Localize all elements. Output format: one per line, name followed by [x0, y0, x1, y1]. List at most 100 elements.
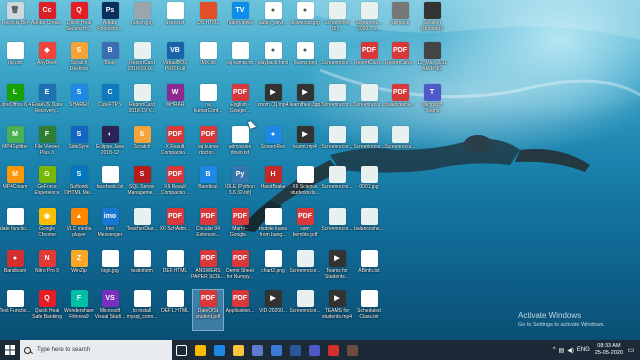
desktop-icon[interactable]: ● playback.html — [258, 42, 288, 82]
desktop-icon[interactable]: PDF ReportCard... — [354, 42, 384, 82]
desktop-icon[interactable]: users.txt — [160, 2, 190, 42]
desktop-icon[interactable]: F File Viewer Plus 3 — [32, 126, 62, 166]
desktop-icon[interactable]: Cc Adobe Creat... — [31, 2, 63, 42]
desktop-icon[interactable]: ● audio_devi... — [258, 2, 288, 42]
desktop-icon[interactable]: ● ScreenRec — [258, 126, 288, 166]
desktop-icon[interactable]: ReportCard 2018-19 V... — [127, 84, 157, 124]
taskbar-task-view-button[interactable] — [172, 340, 191, 360]
desktop[interactable]: 🗑 Recycle Bin Cc Adobe Creat... Q Quick Heal … — [0, 0, 640, 340]
taskbar-store-button[interactable] — [248, 340, 267, 360]
desktop-icon[interactable]: S SQL Server Manageme... — [127, 166, 157, 206]
desktop-icon[interactable]: Q Quick Heal Secure Br... — [64, 2, 94, 42]
desktop-icon[interactable]: DEF.HTML — [160, 250, 190, 290]
desktop-icon[interactable]: rajimage — [385, 2, 415, 42]
desktop-icon[interactable]: IMX.txt — [193, 42, 223, 82]
desktop-icon[interactable]: ▶ learnthee.3gp — [290, 84, 320, 124]
desktop-icon[interactable]: imo Imo Messenger — [95, 208, 125, 248]
desktop-icon[interactable]: PDF ANSWERS PAPER SCIE... — [191, 250, 225, 290]
desktop-icon[interactable]: F Wondershare Filmora9 — [64, 290, 94, 330]
desktop-icon[interactable]: B Bluej — [95, 42, 125, 82]
desktop-icon[interactable]: testinfotm — [127, 250, 157, 290]
desktop-icon[interactable]: G GeForce Experience — [32, 166, 62, 206]
desktop-icon[interactable]: PDF Circular 04 Extensio... — [193, 208, 223, 248]
desktop-icon[interactable]: logo.jpg — [95, 250, 125, 290]
desktop-icon[interactable]: Scheduled Class.txt — [354, 290, 384, 330]
desktop-icon[interactable]: PDF DateOfSt student.pdf — [192, 289, 224, 331]
desktop-icon[interactable]: Session (Update)6 — [417, 2, 447, 42]
desktop-icon[interactable]: Screenrecor... — [353, 84, 385, 124]
desktop-icon[interactable]: Screenrecor... — [384, 126, 416, 166]
desktop-icon[interactable]: N Nitro Pro 9 — [32, 250, 62, 290]
desktop-icon[interactable]: Q Quick Heal Safe Banking — [32, 290, 62, 330]
desktop-icon[interactable]: to install mysql_conn... — [127, 290, 157, 330]
desktop-icon[interactable]: Screenshot (5)... — [322, 2, 352, 42]
desktop-icon[interactable]: VB VirtualBOX PRO Full — [160, 42, 190, 82]
taskbar-mail-button[interactable] — [267, 340, 286, 360]
desktop-icon[interactable]: Screenrecor... — [321, 126, 353, 166]
desktop-icon[interactable]: PDF raj kumar doctor... — [193, 126, 223, 166]
start-button[interactable] — [0, 340, 20, 360]
desktop-icon[interactable]: ▶ zoom (1).mp4 — [258, 84, 288, 124]
desktop-icon[interactable]: L LibreOffice 6.4 — [0, 84, 31, 124]
desktop-icon[interactable]: S Scratch — [127, 126, 157, 166]
desktop-icon[interactable]: M MP4Cinam — [0, 166, 30, 206]
desktop-icon[interactable]: raj kumarConf... — [193, 84, 223, 124]
desktop-icon[interactable]: PDF sam bemble.pdf — [290, 208, 320, 248]
desktop-icon[interactable]: 🗑 Recycle Bin — [0, 2, 30, 42]
desktop-icon[interactable]: ▶ VID-20200... — [258, 290, 288, 330]
desktop-icon[interactable]: T Microsoft Teams — [417, 84, 447, 124]
desktop-icon[interactable]: Text Functio... — [0, 290, 31, 330]
desktop-icon[interactable]: B Bandicut — [193, 166, 223, 206]
desktop-icon[interactable]: mobile loans from bang... — [258, 208, 288, 248]
desktop-icon[interactable]: Screenrecor... — [289, 290, 321, 330]
desktop-icon[interactable]: ▶ TEAMS for students.mp4 — [322, 290, 352, 330]
desktop-icon[interactable]: OS HTML — [193, 2, 223, 42]
taskbar-search-box[interactable]: Type here to search — [20, 340, 172, 360]
desktop-icon[interactable]: TV TeamViewer — [225, 2, 255, 42]
desktop-icon[interactable]: Z WinZip — [64, 250, 94, 290]
desktop-icon[interactable]: 12_May, 2/11 AM.PNG — [417, 42, 447, 82]
desktop-icon[interactable]: ◐ Eclipse Java 2018-12 — [95, 126, 125, 166]
desktop-icon[interactable]: Py IDLE (Python 3.6 32-bit) — [225, 166, 255, 206]
desktop-icon[interactable]: Screenrecor... — [321, 42, 353, 82]
desktop-icon[interactable]: PDF balanceshe... — [385, 84, 415, 124]
desktop-icon[interactable]: facebook.txt — [95, 166, 125, 206]
desktop-icon[interactable]: ▶ Teams for Students... — [322, 250, 352, 290]
desktop-icon[interactable]: W WHRAR — [160, 84, 190, 124]
desktop-icon[interactable]: admission down.txt — [225, 126, 255, 166]
desktop-icon[interactable]: PDF Marni - Google... — [225, 208, 255, 248]
desktop-icon[interactable]: C CuteFTP 9 — [95, 84, 125, 124]
desktop-icon[interactable]: S SideSync — [64, 126, 94, 166]
desktop-icon[interactable]: ◆ AnyDesk — [32, 42, 62, 82]
desktop-icon[interactable]: raj kumar.txt — [225, 42, 255, 82]
desktop-icon[interactable]: XII Science studentsxls... — [290, 166, 320, 206]
taskbar-teams-button[interactable] — [305, 340, 324, 360]
desktop-icon[interactable]: PDF Demo Sheet for Numpy... — [225, 250, 255, 290]
taskbar-edge-button[interactable] — [210, 340, 229, 360]
desktop-icon[interactable]: PDF X Result Compariso... — [160, 126, 190, 166]
desktop-icon[interactable]: DEF1.HTML — [160, 290, 190, 330]
desktop-icon[interactable]: Screenrecor... — [289, 250, 321, 290]
desktop-icon[interactable]: date functio... — [0, 208, 30, 248]
desktop-icon[interactable]: chart2.png — [258, 250, 288, 290]
desktop-icon[interactable]: TeacherDiar... — [127, 208, 157, 248]
chevron-up-icon[interactable]: ^ — [553, 347, 556, 353]
taskbar-app-button[interactable] — [343, 340, 362, 360]
desktop-icon[interactable]: VS Microsoft Visual Studi... — [95, 290, 125, 330]
desktop-icon[interactable]: ▲ VLC media player — [64, 208, 94, 248]
desktop-icon[interactable]: E EaseUS Data Recovery... — [32, 84, 62, 124]
desktop-icon[interactable]: Screenrecor... — [353, 126, 385, 166]
desktop-icon[interactable]: ● Bandicam — [0, 250, 30, 290]
desktop-icon[interactable]: PDF XII Result Compariso... — [160, 166, 190, 206]
taskbar-file-explorer-button[interactable] — [229, 340, 248, 360]
clock[interactable]: 08:33 AM 25-05-2020 — [595, 343, 623, 357]
network-icon[interactable]: ▤ — [559, 347, 565, 354]
desktop-icon[interactable]: ● Teams.png — [290, 42, 320, 82]
desktop-icon[interactable]: raj.odt — [0, 42, 30, 82]
language-indicator[interactable]: ENG — [577, 347, 590, 353]
volume-icon[interactable]: ◀) — [567, 347, 574, 354]
desktop-icon[interactable]: S Softonik DHTML Me... — [64, 166, 94, 206]
desktop-icon[interactable]: 0001.jpg — [354, 166, 384, 206]
desktop-icon[interactable]: ● download.jpg — [290, 2, 320, 42]
desktop-icon[interactable]: PDF English - Google... — [225, 84, 255, 124]
